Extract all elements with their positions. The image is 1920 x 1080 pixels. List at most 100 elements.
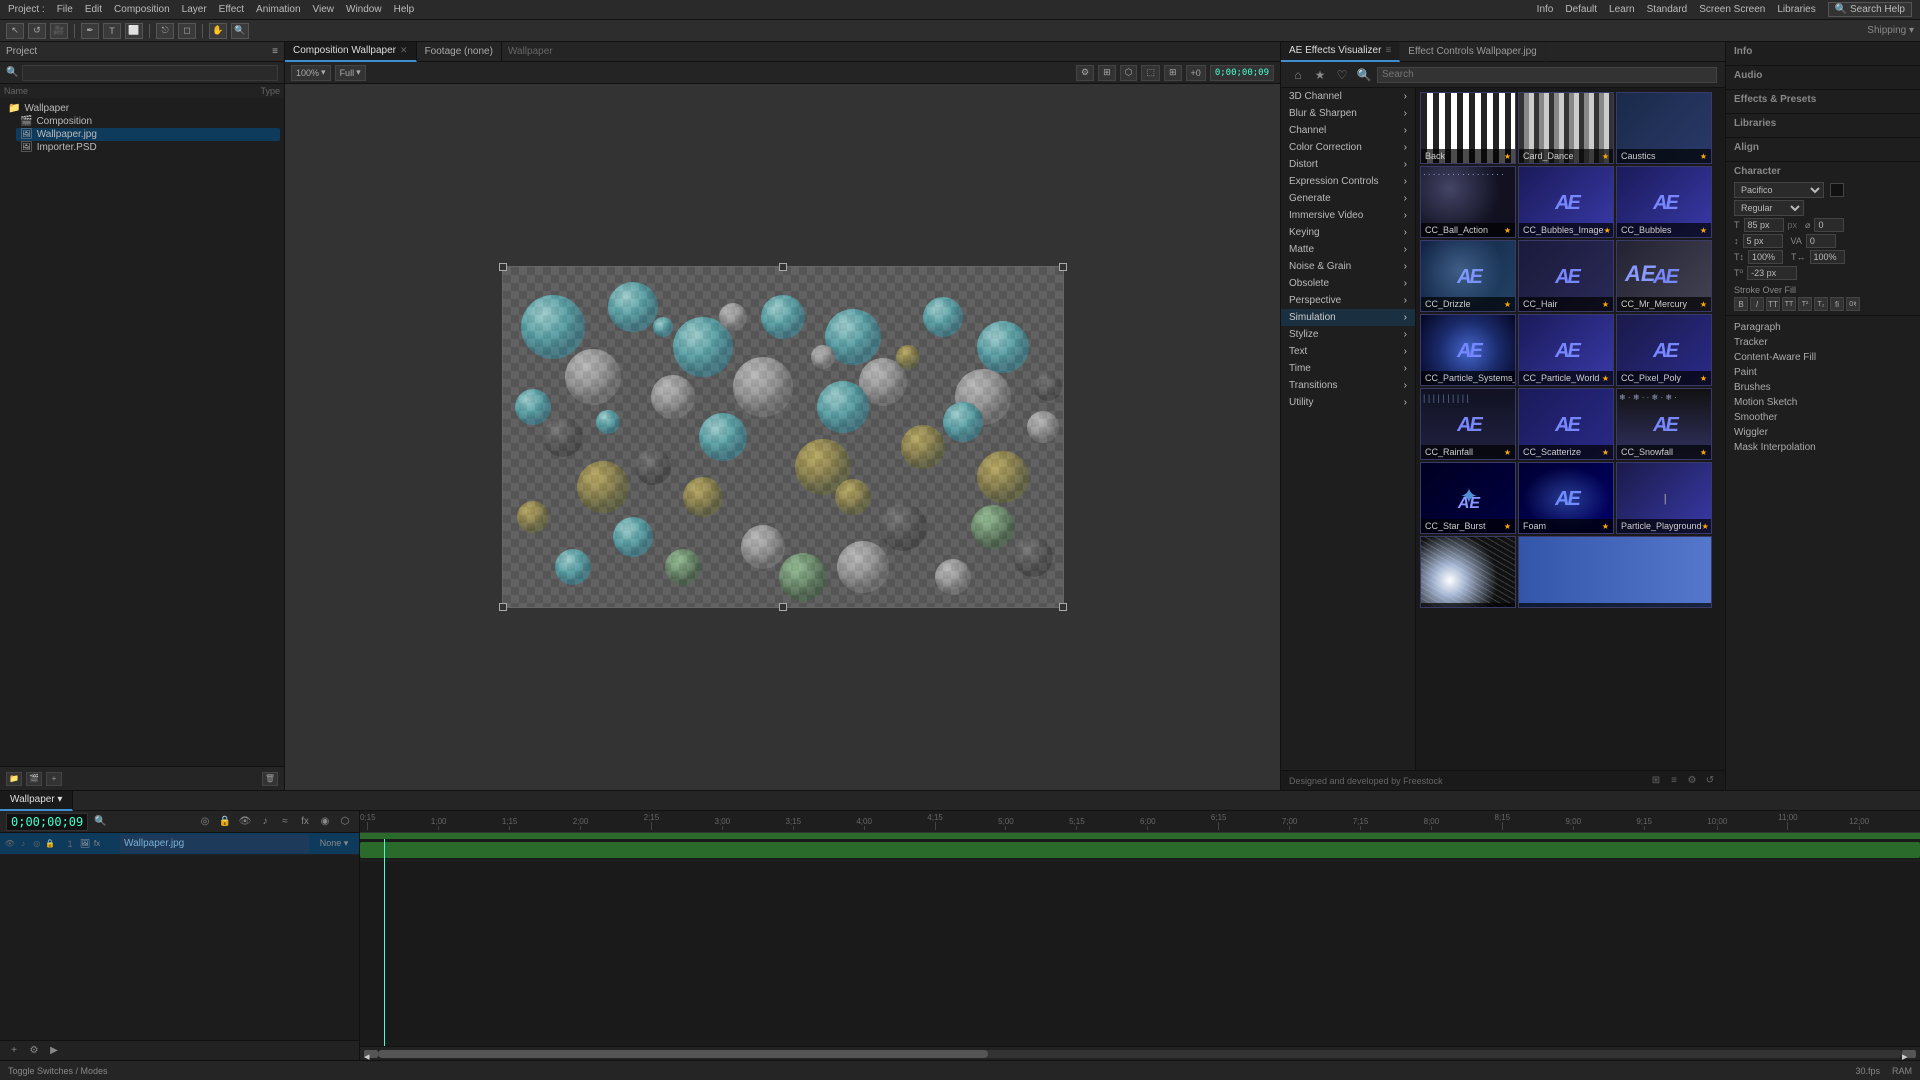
right-item-smoother[interactable]: Smoother — [1730, 410, 1916, 425]
horizontal-scale-input[interactable] — [1810, 250, 1845, 264]
project-search-input[interactable] — [22, 65, 278, 81]
category-simulation[interactable]: Simulation › — [1281, 309, 1415, 326]
effect-cc-hair[interactable]: AE CC_Hair ★ — [1518, 240, 1614, 312]
magnify-btn[interactable]: 🔍 — [92, 815, 108, 829]
effect-cc-ball-action[interactable]: CC_Ball_Action ★ — [1420, 166, 1516, 238]
effects-tab-menu-icon[interactable]: ≡ — [1385, 45, 1391, 56]
effect-particle-playground[interactable]: | Particle_Playground ★ — [1616, 462, 1712, 534]
card-dance-star[interactable]: ★ — [1602, 152, 1609, 161]
comp-tab-wallpaper[interactable]: Composition Wallpaper ✕ — [285, 42, 417, 62]
layer-motion-blur[interactable]: ≈ — [277, 815, 293, 829]
category-generate[interactable]: Generate › — [1281, 190, 1415, 207]
effect-caustics[interactable]: Caustics ★ — [1616, 92, 1712, 164]
menu-help[interactable]: Help — [394, 4, 415, 15]
hindi-digits-btn[interactable]: 0१ — [1846, 297, 1860, 311]
right-item-content-aware[interactable]: Content-Aware Fill — [1730, 350, 1916, 365]
file-composition[interactable]: 🎬 Composition — [16, 115, 280, 128]
layer-audio-btn[interactable]: ♪ — [257, 815, 273, 829]
tool-pen[interactable]: ✒ — [81, 23, 99, 39]
timeline-scroll-thumb[interactable] — [378, 1050, 988, 1058]
tool-shape[interactable]: ⬜ — [125, 23, 143, 39]
cc-hair-star[interactable]: ★ — [1602, 300, 1609, 309]
category-blur-sharpen[interactable]: Blur & Sharpen › — [1281, 105, 1415, 122]
viewer-settings-btn[interactable]: ⚙ — [1076, 65, 1094, 81]
zoom-dropdown[interactable]: 100% ▾ — [291, 65, 331, 81]
scroll-right-btn[interactable]: ▸ — [1902, 1050, 1916, 1058]
category-channel[interactable]: Channel › — [1281, 122, 1415, 139]
category-text[interactable]: Text › — [1281, 343, 1415, 360]
effect-cc-snowfall[interactable]: AE CC_Snowfall ★ — [1616, 388, 1712, 460]
effect-cc-scatterize[interactable]: AE CC_Scatterize ★ — [1518, 388, 1614, 460]
category-keying[interactable]: Keying › — [1281, 224, 1415, 241]
menu-screen[interactable]: Screen Screen — [1699, 4, 1765, 15]
effect-foam[interactable]: AE Foam ★ — [1518, 462, 1614, 534]
add-layer-btn[interactable]: + — [6, 1044, 22, 1058]
footer-refresh-icon[interactable]: ↺ — [1703, 774, 1717, 788]
layer-solo-btn[interactable]: ◎ — [197, 815, 213, 829]
playhead[interactable] — [384, 839, 385, 1046]
layer-fx-btn[interactable]: fx — [297, 815, 313, 829]
category-utility[interactable]: Utility › — [1281, 394, 1415, 411]
vertical-scale-input[interactable] — [1748, 250, 1783, 264]
category-immersive-video[interactable]: Immersive Video › — [1281, 207, 1415, 224]
tool-rotation[interactable]: ↺ — [28, 23, 46, 39]
handle-tl[interactable] — [499, 263, 507, 271]
cc-particle-world-star[interactable]: ★ — [1602, 374, 1609, 383]
right-item-brushes[interactable]: Brushes — [1730, 380, 1916, 395]
tracking-input[interactable] — [1814, 218, 1844, 232]
effect-cc-bubbles-image[interactable]: AE CC_Bubbles_Image ★ — [1518, 166, 1614, 238]
effect-special-2[interactable] — [1518, 536, 1712, 608]
composition-canvas[interactable] — [285, 84, 1280, 790]
handle-tr[interactable] — [1059, 263, 1067, 271]
layer-color-btn[interactable]: ◉ — [317, 815, 333, 829]
right-item-motion-sketch[interactable]: Motion Sketch — [1730, 395, 1916, 410]
new-item-btn[interactable]: + — [46, 772, 62, 786]
cc-rainfall-star[interactable]: ★ — [1504, 448, 1511, 457]
small-caps-btn[interactable]: TT — [1782, 297, 1796, 311]
effect-cc-star-burst[interactable]: AE CC_Star_Burst ★ — [1420, 462, 1516, 534]
effects-visualizer-tab[interactable]: AE Effects Visualizer ≡ — [1281, 42, 1400, 62]
region-of-interest-btn[interactable]: ⬚ — [1141, 65, 1160, 81]
handle-br[interactable] — [1059, 603, 1067, 611]
caustics-star[interactable]: ★ — [1700, 152, 1707, 161]
timeline-scroll-inner[interactable] — [378, 1050, 1902, 1058]
layer-mode-1[interactable]: None ▾ — [309, 838, 359, 849]
effects-home-icon[interactable]: ⌂ — [1289, 66, 1307, 84]
cc-ball-action-star[interactable]: ★ — [1504, 226, 1511, 235]
category-expression-controls[interactable]: Expression Controls › — [1281, 173, 1415, 190]
effect-cc-drizzle[interactable]: AE CC_Drizzle ★ — [1420, 240, 1516, 312]
cc-mr-mercury-star[interactable]: ★ — [1700, 300, 1707, 309]
right-item-paragraph[interactable]: Paragraph — [1730, 320, 1916, 335]
delete-btn[interactable]: 🗑 — [262, 772, 278, 786]
timeline-settings-btn[interactable]: ⚙ — [26, 1044, 42, 1058]
file-importer-psd[interactable]: 🖼 Importer.PSD — [16, 141, 280, 154]
category-matte[interactable]: Matte › — [1281, 241, 1415, 258]
handle-bc[interactable] — [779, 603, 787, 611]
scroll-left-btn[interactable]: ◂ — [364, 1050, 378, 1058]
comp-tab-footage[interactable]: Footage (none) — [417, 42, 502, 62]
effect-cc-particle-systems[interactable]: AE CC_Particle_Systems_II ★ — [1420, 314, 1516, 386]
layer-name-input-1[interactable] — [120, 835, 309, 853]
right-item-tracker[interactable]: Tracker — [1730, 335, 1916, 350]
cc-bubbles-star[interactable]: ★ — [1700, 226, 1707, 235]
font-style-select[interactable]: Regular — [1734, 200, 1804, 216]
effect-controls-tab[interactable]: Effect Controls Wallpaper.jpg — [1400, 42, 1545, 62]
category-stylize[interactable]: Stylize › — [1281, 326, 1415, 343]
effect-card-dance[interactable]: Card_Dance ★ — [1518, 92, 1614, 164]
effect-cc-pixel-poly[interactable]: AE CC_Pixel_Poly ★ — [1616, 314, 1712, 386]
effects-search-icon[interactable]: 🔍 — [1355, 66, 1373, 84]
layer-audio-icon[interactable]: ♪ — [18, 838, 30, 850]
font-color-swatch[interactable] — [1830, 183, 1844, 197]
handle-tc[interactable] — [779, 263, 787, 271]
ligatures-btn[interactable]: fi — [1830, 297, 1844, 311]
new-comp-btn[interactable]: 🎬 — [26, 772, 42, 786]
timeline-time-indicator[interactable]: 0;00;00;09 — [6, 813, 88, 831]
cc-star-burst-star[interactable]: ★ — [1504, 522, 1511, 531]
menu-view[interactable]: View — [313, 4, 335, 15]
handle-bl[interactable] — [499, 603, 507, 611]
category-distort[interactable]: Distort › — [1281, 156, 1415, 173]
footer-grid-icon[interactable]: ⊞ — [1649, 774, 1663, 788]
layer-visible-icon[interactable]: 👁 — [4, 838, 16, 850]
category-color-correction[interactable]: Color Correction › — [1281, 139, 1415, 156]
menu-info[interactable]: Info — [1537, 4, 1554, 15]
